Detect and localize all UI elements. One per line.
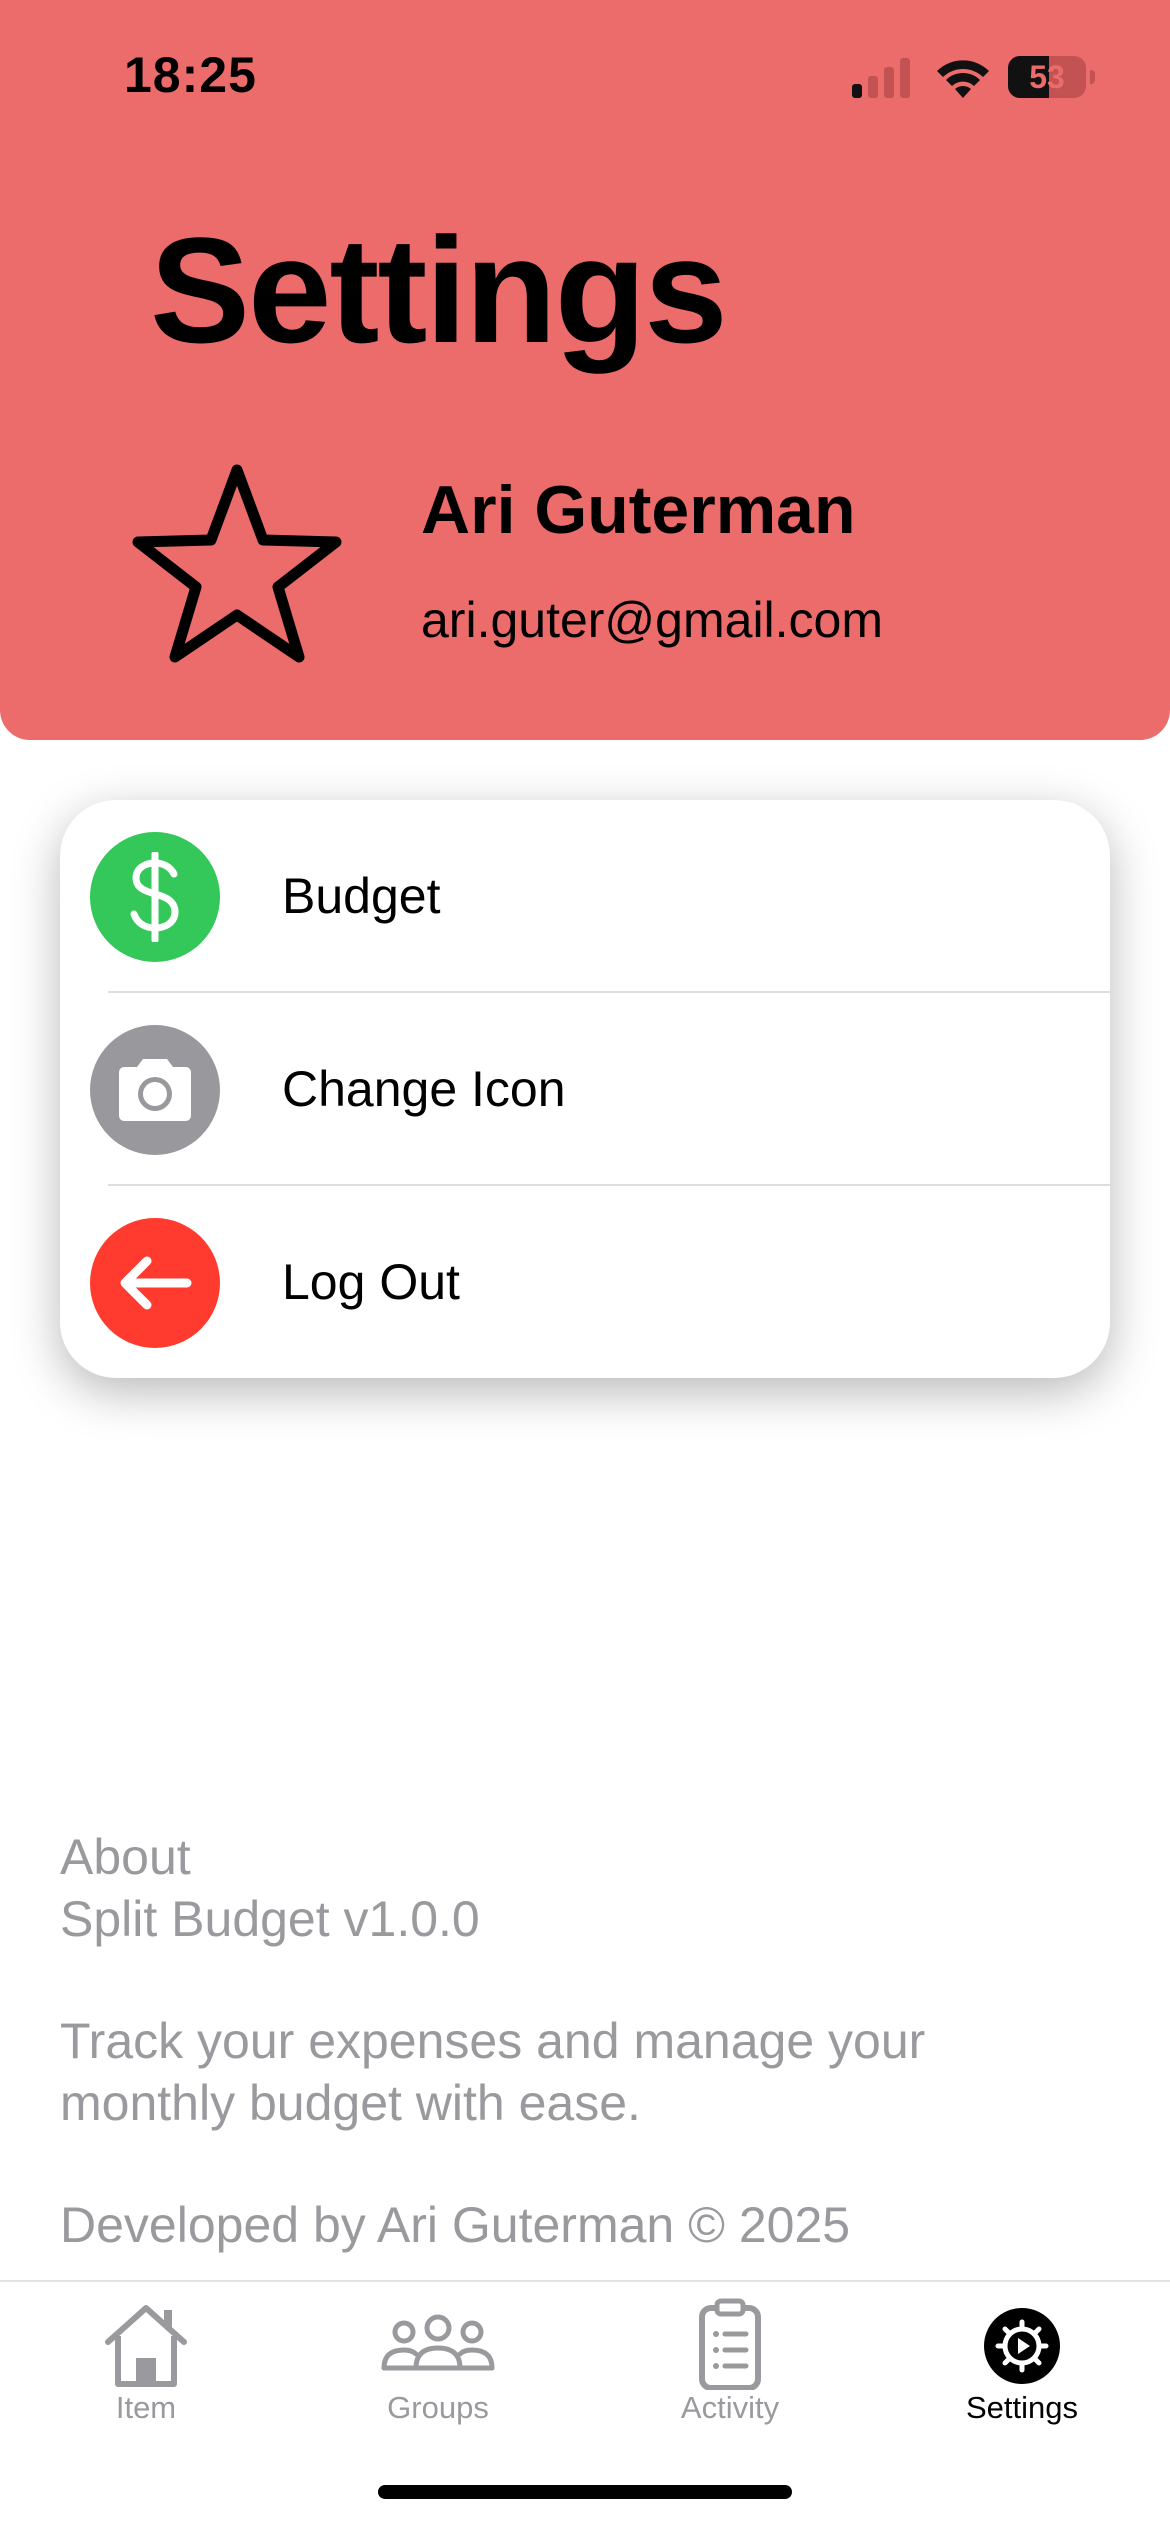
tab-settings-label: Settings: [965, 2390, 1078, 2425]
settings-menu-card: Budget Change Icon Log Out: [60, 800, 1110, 1378]
user-name: Ari Guterman: [421, 472, 856, 548]
change-icon-label: Change Icon: [282, 1061, 566, 1117]
battery-percent: 53: [1029, 59, 1065, 95]
people-icon: [381, 2314, 495, 2371]
battery-icon: 53: [1008, 56, 1086, 98]
app-description: Track your expenses and manage your mont…: [60, 2013, 926, 2131]
budget-menu-item[interactable]: Budget: [60, 800, 1110, 992]
tab-groups[interactable]: Groups: [292, 2284, 584, 2444]
developer-credit: Developed by Ari Guterman © 2025: [60, 2197, 851, 2253]
profile-header: 18:25 53 Settings Ari Guterman ari.guter…: [0, 0, 1170, 740]
app-version: Split Budget v1.0.0: [60, 1891, 480, 1947]
tab-settings[interactable]: Settings: [876, 2284, 1168, 2444]
user-email: ari.guter@gmail.com: [421, 592, 884, 648]
house-icon: [105, 2305, 187, 2387]
change-icon-menu-item[interactable]: Change Icon: [60, 993, 1110, 1185]
battery-tip: [1090, 70, 1095, 84]
budget-label: Budget: [282, 868, 441, 924]
dollar-icon: [90, 832, 220, 962]
gear-icon: [984, 2308, 1060, 2384]
tab-item-label: Item: [115, 2390, 177, 2425]
tab-item[interactable]: Item: [0, 2284, 292, 2444]
home-indicator: [378, 2485, 792, 2499]
log-out-label: Log Out: [282, 1254, 460, 1310]
page-title: Settings: [150, 206, 728, 374]
camera-icon: [90, 1025, 220, 1155]
cellular-signal-icon: [852, 58, 910, 98]
about-heading: About: [60, 1829, 191, 1885]
tab-activity[interactable]: Activity: [584, 2284, 876, 2444]
tab-activity-label: Activity: [680, 2390, 780, 2425]
wifi-icon: [937, 60, 989, 98]
star-outline-icon[interactable]: [132, 460, 342, 670]
log-out-menu-item[interactable]: Log Out: [60, 1186, 1110, 1378]
arrow-left-icon: [90, 1218, 220, 1348]
clipboard-icon: [699, 2298, 761, 2390]
status-time: 18:25: [124, 47, 257, 103]
about-section: About Split Budget v1.0.0 Track your exp…: [60, 1826, 1120, 2256]
tab-groups-label: Groups: [387, 2390, 489, 2425]
